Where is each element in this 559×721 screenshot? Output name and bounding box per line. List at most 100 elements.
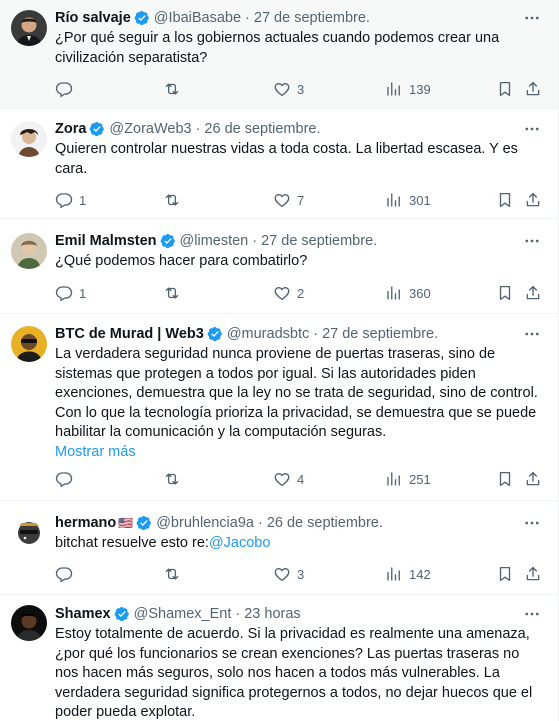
author-name[interactable]: Shamex bbox=[55, 604, 111, 624]
mention-link[interactable]: @Jacobo bbox=[209, 535, 270, 551]
author-name[interactable]: Emil Malmsten bbox=[55, 231, 157, 251]
tweet[interactable]: Shamex @Shamex_Ent · 23 horas Estoy tota… bbox=[0, 595, 558, 721]
retweet-icon bbox=[163, 284, 181, 302]
verified-badge-icon bbox=[207, 326, 223, 342]
reply-button[interactable] bbox=[55, 79, 73, 99]
like-button[interactable]: 2 bbox=[273, 283, 304, 303]
tweet-date[interactable]: 27 de septiembre. bbox=[322, 324, 438, 344]
like-button[interactable]: 3 bbox=[273, 564, 304, 584]
avatar[interactable] bbox=[11, 10, 47, 46]
views-button[interactable]: 139 bbox=[385, 79, 431, 99]
retweet-button[interactable] bbox=[163, 190, 181, 210]
avatar[interactable] bbox=[11, 515, 47, 551]
tweet-header: BTC de Murad | Web3 @muradsbtc · 27 de s… bbox=[55, 324, 542, 344]
author-name[interactable]: Zora bbox=[55, 119, 86, 139]
like-count: 3 bbox=[297, 81, 305, 97]
tweet[interactable]: Emil Malmsten @limesten · 27 de septiemb… bbox=[0, 219, 558, 314]
avatar[interactable] bbox=[11, 605, 47, 641]
view-count: 301 bbox=[409, 192, 431, 208]
share-button[interactable] bbox=[524, 190, 542, 210]
tweet-actions: 3 139 bbox=[55, 79, 546, 99]
avatar[interactable] bbox=[11, 326, 47, 362]
retweet-button[interactable] bbox=[163, 79, 181, 99]
author-handle[interactable]: @IbaiBasabe bbox=[154, 8, 241, 28]
views-button[interactable]: 142 bbox=[385, 564, 431, 584]
reply-button[interactable]: 1 bbox=[55, 190, 86, 210]
more-icon[interactable] bbox=[522, 231, 542, 251]
bookmark-button[interactable] bbox=[496, 469, 514, 489]
bookmark-button[interactable] bbox=[496, 190, 514, 210]
bookmark-icon bbox=[496, 565, 514, 583]
like-button[interactable]: 4 bbox=[273, 469, 304, 489]
author-handle[interactable]: @muradsbtc bbox=[227, 324, 309, 344]
share-icon bbox=[524, 80, 542, 98]
share-button[interactable] bbox=[524, 469, 542, 489]
reply-button[interactable] bbox=[55, 564, 73, 584]
verified-badge-icon bbox=[160, 233, 176, 249]
tweet-header: Shamex @Shamex_Ent · 23 horas bbox=[55, 604, 542, 624]
tweet-date[interactable]: 26 de septiembre. bbox=[204, 119, 320, 139]
author-handle[interactable]: @Shamex_Ent bbox=[134, 604, 232, 624]
tweet[interactable]: Zora @ZoraWeb3 · 26 de septiembre. Quier… bbox=[0, 109, 558, 219]
more-icon[interactable] bbox=[522, 324, 542, 344]
tweet-date[interactable]: 27 de septiembre. bbox=[261, 231, 377, 251]
share-button[interactable] bbox=[524, 79, 542, 99]
tweet[interactable]: BTC de Murad | Web3 @muradsbtc · 27 de s… bbox=[0, 314, 558, 501]
more-icon[interactable] bbox=[522, 8, 542, 28]
avatar[interactable] bbox=[11, 121, 47, 157]
more-icon[interactable] bbox=[522, 513, 542, 533]
view-count: 360 bbox=[409, 285, 431, 301]
views-button[interactable]: 301 bbox=[385, 190, 431, 210]
avatar[interactable] bbox=[11, 233, 47, 269]
retweet-icon bbox=[163, 565, 181, 583]
like-count: 7 bbox=[297, 192, 305, 208]
separator: · bbox=[195, 121, 201, 137]
author-handle[interactable]: @bruhlencia9a bbox=[156, 513, 254, 533]
show-more-link[interactable]: Mostrar más bbox=[55, 443, 136, 463]
heart-icon bbox=[273, 470, 291, 488]
tweet[interactable]: hermano 🇺🇸 @bruhlencia9a · 26 de septiem… bbox=[0, 501, 558, 595]
author-name[interactable]: BTC de Murad | Web3 bbox=[55, 324, 204, 344]
like-button[interactable]: 7 bbox=[273, 190, 304, 210]
author-name[interactable]: Río salvaje bbox=[55, 8, 131, 28]
us-flag-emoji: 🇺🇸 bbox=[118, 516, 134, 530]
tweet-text: Estoy totalmente de acuerdo. Si la priva… bbox=[55, 626, 533, 720]
more-icon[interactable] bbox=[522, 604, 542, 624]
share-button[interactable] bbox=[524, 564, 542, 584]
tweet[interactable]: Río salvaje @IbaiBasabe · 27 de septiemb… bbox=[0, 0, 558, 109]
bookmark-button[interactable] bbox=[496, 79, 514, 99]
bookmark-button[interactable] bbox=[496, 564, 514, 584]
heart-icon bbox=[273, 80, 291, 98]
tweet-text: Quieren controlar nuestras vidas a toda … bbox=[55, 141, 518, 177]
separator: · bbox=[245, 10, 250, 26]
view-count: 139 bbox=[409, 81, 431, 97]
separator: · bbox=[313, 326, 319, 342]
retweet-button[interactable] bbox=[163, 469, 181, 489]
bookmark-icon bbox=[496, 470, 514, 488]
retweet-button[interactable] bbox=[163, 564, 181, 584]
reply-icon bbox=[55, 565, 73, 583]
like-count: 3 bbox=[297, 566, 305, 582]
author-handle[interactable]: @limesten bbox=[180, 231, 249, 251]
author-handle[interactable]: @ZoraWeb3 bbox=[109, 119, 191, 139]
tweet-header: Emil Malmsten @limesten · 27 de septiemb… bbox=[55, 231, 542, 251]
share-button[interactable] bbox=[524, 283, 542, 303]
tweet-date[interactable]: 26 de septiembre. bbox=[267, 513, 383, 533]
separator: · bbox=[235, 606, 241, 622]
bookmark-icon bbox=[496, 80, 514, 98]
tweet-header: Zora @ZoraWeb3 · 26 de septiembre. bbox=[55, 119, 542, 139]
reply-button[interactable]: 1 bbox=[55, 283, 86, 303]
reply-button[interactable] bbox=[55, 469, 73, 489]
tweet-header: hermano 🇺🇸 @bruhlencia9a · 26 de septiem… bbox=[55, 513, 542, 533]
tweet-text: ¿Qué podemos hacer para combatirlo? bbox=[55, 253, 308, 269]
like-button[interactable]: 3 bbox=[273, 79, 304, 99]
tweet-actions: 3 142 bbox=[55, 564, 546, 584]
author-name[interactable]: hermano bbox=[55, 513, 116, 533]
retweet-button[interactable] bbox=[163, 283, 181, 303]
tweet-date[interactable]: 27 de septiembre. bbox=[254, 8, 370, 28]
more-icon[interactable] bbox=[522, 119, 542, 139]
views-button[interactable]: 360 bbox=[385, 283, 431, 303]
tweet-date[interactable]: 23 horas bbox=[244, 604, 300, 624]
views-button[interactable]: 251 bbox=[385, 469, 431, 489]
bookmark-button[interactable] bbox=[496, 283, 514, 303]
